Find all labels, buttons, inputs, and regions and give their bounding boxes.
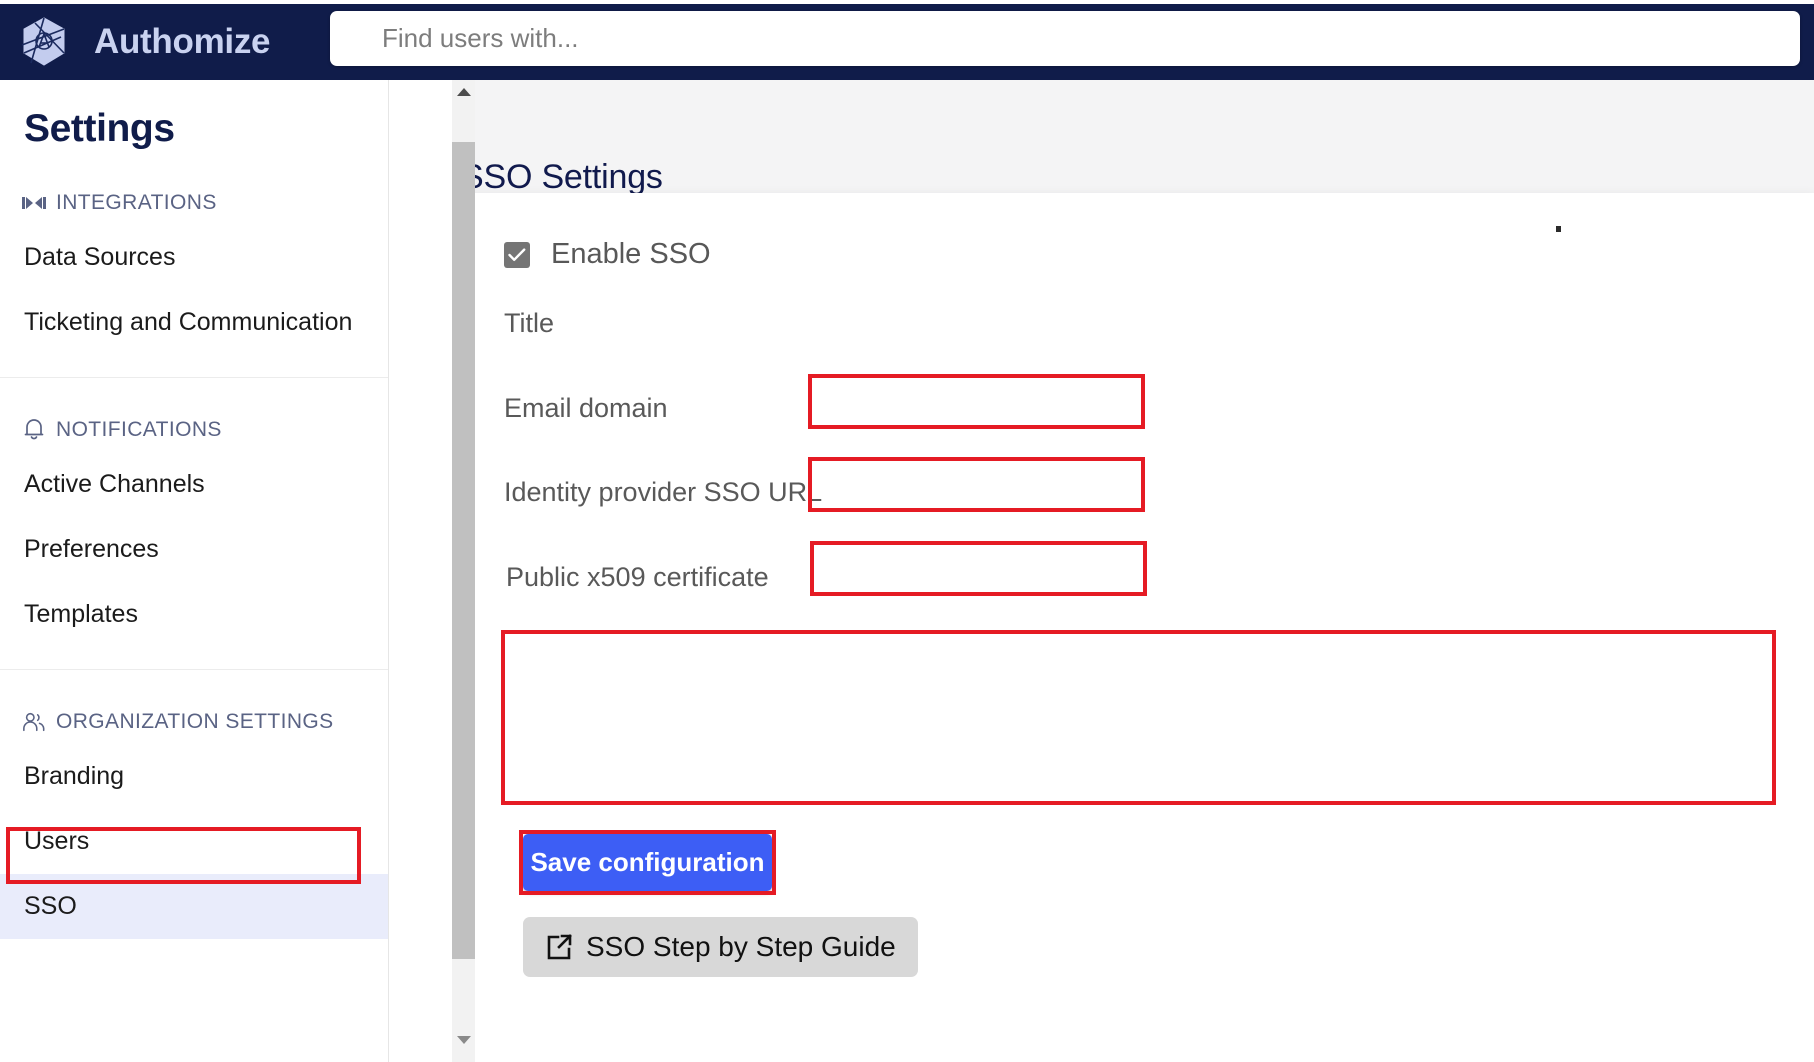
title-input[interactable] (811, 376, 1143, 426)
enable-sso-checkbox[interactable] (504, 241, 530, 268)
sidebar-item-active-channels[interactable]: Active Channels (0, 452, 388, 517)
users-icon (22, 710, 46, 734)
search-input-placeholder[interactable]: Find users with... (382, 23, 579, 54)
nav-group-label: NOTIFICATIONS (56, 418, 222, 441)
sidebar-title: Settings (24, 107, 175, 150)
bell-icon (22, 418, 46, 442)
nav-group-header-organization-settings: ORGANIZATION SETTINGS (0, 675, 388, 744)
app-root: Authomize Find users with... Settings IN… (0, 0, 1814, 1062)
sidebar-item-users[interactable]: Users (0, 809, 388, 874)
email-domain-input[interactable] (811, 459, 1143, 509)
brand-name: Authomize (94, 22, 271, 61)
external-link-icon (545, 933, 573, 961)
integrations-connector-icon (22, 191, 46, 215)
nav-group-integrations: INTEGRATIONS Data Sources Ticketing and … (0, 151, 388, 355)
sidebar-item-data-sources[interactable]: Data Sources (0, 225, 388, 290)
settings-sidebar: Settings INTEGRATIONS Data Sources Ticke… (0, 80, 389, 1062)
sso-step-by-step-guide-button[interactable]: SSO Step by Step Guide (523, 917, 918, 977)
email-domain-field-label: Email domain (504, 393, 668, 423)
save-configuration-button[interactable]: Save configuration (523, 834, 772, 891)
enable-sso-label: Enable SSO (551, 238, 711, 270)
nav-group-notifications: NOTIFICATIONS Active Channels Preference… (0, 377, 388, 647)
certificate-textarea[interactable] (504, 632, 1774, 802)
enable-sso-row[interactable]: Enable SSO (504, 238, 711, 271)
search-bar[interactable]: Find users with... (330, 11, 1800, 66)
sidebar-item-preferences[interactable]: Preferences (0, 517, 388, 582)
sidebar-item-templates[interactable]: Templates (0, 582, 388, 647)
sidebar-scrollbar[interactable] (452, 80, 475, 1062)
idp-sso-url-field-label: Identity provider SSO URL (504, 477, 823, 507)
sidebar-item-branding[interactable]: Branding (0, 744, 388, 809)
triangle-up-icon[interactable] (452, 80, 475, 104)
cursor-dot-artifact (1556, 226, 1561, 232)
nav-group-label: INTEGRATIONS (56, 191, 217, 214)
sso-step-by-step-guide-label: SSO Step by Step Guide (586, 931, 896, 962)
page-title: SSO Settings (475, 158, 663, 196)
triangle-down-icon[interactable] (452, 1028, 475, 1052)
nav-group-header-notifications: NOTIFICATIONS (0, 383, 388, 452)
nav-group-header-integrations: INTEGRATIONS (0, 156, 388, 225)
nav-group-organization-settings: ORGANIZATION SETTINGS Branding Users SSO (0, 669, 388, 939)
checkmark-icon (508, 247, 526, 261)
sso-settings-card: Enable SSO Title Email domain Identity p… (475, 193, 1814, 1062)
idp-sso-url-input[interactable] (813, 543, 1145, 593)
nav-group-label: ORGANIZATION SETTINGS (56, 710, 334, 733)
sidebar-item-sso[interactable]: SSO (0, 874, 388, 939)
certificate-field-label: Public x509 certificate (506, 562, 769, 592)
authomize-polygon-logo-icon[interactable] (16, 14, 72, 70)
main-content: SSO Settings Enable SSO Title Email doma… (475, 80, 1814, 1062)
sidebar-item-ticketing-and-communication[interactable]: Ticketing and Communication (0, 290, 388, 355)
scrollbar-thumb[interactable] (452, 142, 475, 959)
title-field-label: Title (504, 308, 555, 338)
